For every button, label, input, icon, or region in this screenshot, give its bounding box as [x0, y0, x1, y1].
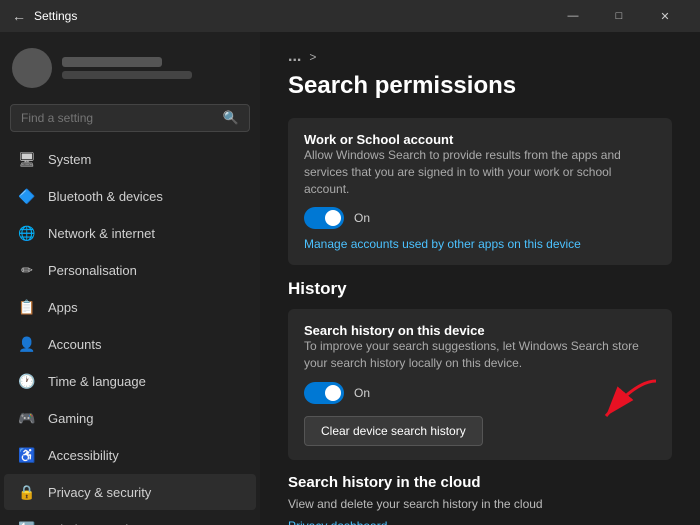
breadcrumb-dots: ... — [288, 48, 301, 66]
work-account-toggle-label: On — [354, 211, 370, 225]
bluetooth-icon: 🔷 — [18, 187, 36, 205]
time-icon: 🕐 — [18, 372, 36, 390]
sidebar-item-system[interactable]: 🖥 System — [4, 141, 256, 177]
user-section — [0, 32, 260, 100]
maximize-button[interactable]: □ — [596, 0, 642, 32]
breadcrumb-sep: > — [309, 50, 316, 64]
sidebar-item-accounts[interactable]: 👤 Accounts — [4, 326, 256, 362]
sidebar-item-label-accounts: Accounts — [48, 337, 101, 352]
cloud-section-desc: View and delete your search history in t… — [288, 497, 672, 511]
sidebar-item-personalisation[interactable]: ✏ Personalisation — [4, 252, 256, 288]
breadcrumb: ... > — [288, 48, 672, 66]
sidebar-item-label-time: Time & language — [48, 374, 146, 389]
sidebar-item-accessibility[interactable]: ♿ Accessibility — [4, 437, 256, 473]
page-title: Search permissions — [288, 72, 672, 100]
search-history-card: Search history on this device To improve… — [288, 309, 672, 460]
titlebar-left: ← Settings — [12, 8, 550, 24]
content-area: ... > Search permissions Work or School … — [260, 32, 700, 525]
sidebar-item-label-network: Network & internet — [48, 226, 155, 241]
titlebar-controls: — □ ✕ — [550, 0, 688, 32]
toggle-knob — [325, 210, 341, 226]
sidebar-item-gaming[interactable]: 🎮 Gaming — [4, 400, 256, 436]
work-account-toggle[interactable] — [304, 207, 344, 229]
user-info — [62, 57, 248, 79]
manage-accounts-link[interactable]: Manage accounts used by other apps on th… — [304, 237, 656, 251]
clear-history-button[interactable]: Clear device search history — [304, 416, 483, 446]
nav-items: 🖥 System 🔷 Bluetooth & devices 🌐 Network & in… — [0, 140, 260, 525]
search-history-toggle-label: On — [354, 386, 370, 400]
sidebar-item-bluetooth[interactable]: 🔷 Bluetooth & devices — [4, 178, 256, 214]
sidebar-item-label-update: Windows Update — [48, 522, 146, 525]
update-icon: 🔄 — [18, 520, 36, 525]
search-history-toggle[interactable] — [304, 382, 344, 404]
user-name — [62, 57, 162, 67]
titlebar-title: Settings — [34, 9, 77, 23]
avatar — [12, 48, 52, 88]
sidebar-item-apps[interactable]: 📋 Apps — [4, 289, 256, 325]
arrow-container: Clear device search history — [304, 406, 656, 446]
sidebar: 🔍 🖥 System 🔷 Bluetooth & devices 🌐 Network & … — [0, 32, 260, 525]
sidebar-item-label-bluetooth: Bluetooth & devices — [48, 189, 163, 204]
sidebar-item-label-privacy: Privacy & security — [48, 485, 151, 500]
user-email — [62, 71, 192, 79]
apps-icon: 📋 — [18, 298, 36, 316]
cloud-section-title: Search history in the cloud — [288, 474, 672, 491]
work-account-title: Work or School account — [304, 132, 656, 147]
sidebar-item-label-accessibility: Accessibility — [48, 448, 119, 463]
search-history-toggle-knob — [325, 385, 341, 401]
sidebar-item-network[interactable]: 🌐 Network & internet — [4, 215, 256, 251]
work-account-toggle-row: On — [304, 207, 656, 229]
search-history-title: Search history on this device — [304, 323, 656, 338]
search-icon: 🔍 — [223, 110, 239, 126]
sidebar-item-update[interactable]: 🔄 Windows Update — [4, 511, 256, 525]
gaming-icon: 🎮 — [18, 409, 36, 427]
sidebar-item-label-gaming: Gaming — [48, 411, 94, 426]
privacy-dashboard-link[interactable]: Privacy dashboard — [288, 519, 672, 525]
back-button[interactable]: ← — [12, 8, 26, 24]
work-account-card: Work or School account Allow Windows Sea… — [288, 118, 672, 265]
accounts-icon: 👤 — [18, 335, 36, 353]
red-arrow-annotation — [546, 376, 666, 436]
network-icon: 🌐 — [18, 224, 36, 242]
sidebar-item-label-personalisation: Personalisation — [48, 263, 137, 278]
history-section-title: History — [288, 279, 672, 299]
sidebar-item-privacy[interactable]: 🔒 Privacy & security — [4, 474, 256, 510]
sidebar-item-label-apps: Apps — [48, 300, 78, 315]
cloud-section: Search history in the cloud View and del… — [288, 474, 672, 525]
sidebar-item-label-system: System — [48, 152, 91, 167]
work-account-desc: Allow Windows Search to provide results … — [304, 147, 656, 197]
accessibility-icon: ♿ — [18, 446, 36, 464]
system-icon: 🖥 — [18, 150, 36, 168]
sidebar-item-time[interactable]: 🕐 Time & language — [4, 363, 256, 399]
titlebar: ← Settings — □ ✕ — [0, 0, 700, 32]
minimize-button[interactable]: — — [550, 0, 596, 32]
privacy-icon: 🔒 — [18, 483, 36, 501]
search-box[interactable]: 🔍 — [10, 104, 250, 132]
main-layout: 🔍 🖥 System 🔷 Bluetooth & devices 🌐 Network & … — [0, 32, 700, 525]
personalisation-icon: ✏ — [18, 261, 36, 279]
close-button[interactable]: ✕ — [642, 0, 688, 32]
search-input[interactable] — [21, 111, 215, 125]
search-history-desc: To improve your search suggestions, let … — [304, 338, 656, 372]
